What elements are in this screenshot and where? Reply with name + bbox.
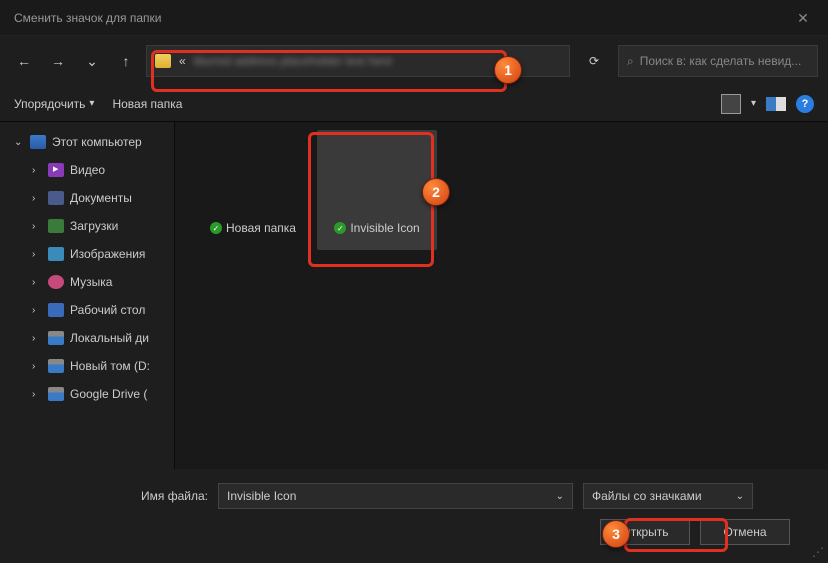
preview-toggle-button[interactable] <box>766 97 786 111</box>
callout-1: 1 <box>494 56 522 84</box>
search-placeholder: Поиск в: как сделать невид... <box>640 54 802 68</box>
cancel-button[interactable]: Отмена <box>700 519 790 545</box>
tree-item-video[interactable]: ›Видео <box>0 156 174 184</box>
help-button[interactable]: ? <box>796 95 814 113</box>
close-button[interactable]: ✕ <box>788 6 818 30</box>
window-title: Сменить значок для папки <box>14 11 162 25</box>
dialog-footer: Имя файла: Invisible Icon⌄ Файлы со знач… <box>0 469 828 563</box>
tree-item-downloads[interactable]: ›Загрузки <box>0 212 174 240</box>
back-button[interactable]: ← <box>10 47 38 75</box>
new-folder-button[interactable]: Новая папка <box>112 97 182 111</box>
file-pane[interactable]: Новая папка Invisible Icon <box>175 122 828 502</box>
chevron-right-icon: › <box>32 221 42 232</box>
music-icon <box>48 275 64 289</box>
filename-input[interactable]: Invisible Icon⌄ <box>218 483 573 509</box>
downloads-icon <box>48 219 64 233</box>
titlebar: Сменить значок для папки ✕ <box>0 0 828 36</box>
filename-label: Имя файла: <box>18 489 208 503</box>
nav-bar: ← → ⌄ ↑ « blurred address placeholder te… <box>0 36 828 86</box>
file-invisible-icon-item[interactable]: Invisible Icon <box>327 138 427 235</box>
chevron-right-icon: › <box>32 165 42 176</box>
address-prefix: « <box>179 54 186 68</box>
drive-icon <box>48 359 64 373</box>
chevron-right-icon: › <box>32 361 42 372</box>
tree-item-documents[interactable]: ›Документы <box>0 184 174 212</box>
desktop-icon <box>48 303 64 317</box>
chevron-right-icon: › <box>32 333 42 344</box>
chevron-right-icon: › <box>32 193 42 204</box>
file-folder-item[interactable]: Новая папка <box>203 138 303 235</box>
toolbar: Упорядочить ▾ Новая папка ▾ ? <box>0 86 828 122</box>
video-icon <box>48 163 64 177</box>
organize-menu[interactable]: Упорядочить ▾ <box>14 97 94 111</box>
nav-tree: ⌄ Этот компьютер ›Видео ›Документы ›Загр… <box>0 122 175 502</box>
chevron-right-icon: › <box>32 389 42 400</box>
search-box[interactable]: ⌕ Поиск в: как сделать невид... <box>618 45 818 77</box>
up-button[interactable]: ↑ <box>112 47 140 75</box>
forward-button[interactable]: → <box>44 47 72 75</box>
callout-2: 2 <box>422 178 450 206</box>
tree-item-newvolume[interactable]: ›Новый том (D: <box>0 352 174 380</box>
tree-item-desktop[interactable]: ›Рабочий стол <box>0 296 174 324</box>
folder-icon <box>155 54 171 68</box>
pictures-icon <box>48 247 64 261</box>
chevron-right-icon: › <box>32 277 42 288</box>
recent-button[interactable]: ⌄ <box>78 47 106 75</box>
documents-icon <box>48 191 64 205</box>
tree-item-googledrive[interactable]: ›Google Drive ( <box>0 380 174 408</box>
invisible-icon-thumb <box>332 138 422 213</box>
tree-root-thispc[interactable]: ⌄ Этот компьютер <box>0 128 174 156</box>
drive-icon <box>48 331 64 345</box>
resize-handle[interactable]: ⋰ <box>812 545 824 559</box>
search-icon: ⌕ <box>627 54 634 69</box>
folder-icon <box>208 138 298 213</box>
file-filter-select[interactable]: Файлы со значками⌄ <box>583 483 753 509</box>
tree-item-pictures[interactable]: ›Изображения <box>0 240 174 268</box>
chevron-right-icon: › <box>32 249 42 260</box>
callout-3: 3 <box>602 520 630 548</box>
drive-icon <box>48 387 64 401</box>
view-mode-button[interactable] <box>721 94 741 114</box>
file-dialog-window: Сменить значок для папки ✕ ← → ⌄ ↑ « blu… <box>0 0 828 563</box>
chevron-down-icon: ⌄ <box>14 137 24 148</box>
sync-badge-icon <box>334 222 346 234</box>
chevron-right-icon: › <box>32 305 42 316</box>
sync-badge-icon <box>210 222 222 234</box>
content-area: ⌄ Этот компьютер ›Видео ›Документы ›Загр… <box>0 122 828 502</box>
pc-icon <box>30 135 46 149</box>
tree-item-localdisk[interactable]: ›Локальный ди <box>0 324 174 352</box>
refresh-button[interactable]: ⟳ <box>576 45 612 77</box>
tree-item-music[interactable]: ›Музыка <box>0 268 174 296</box>
